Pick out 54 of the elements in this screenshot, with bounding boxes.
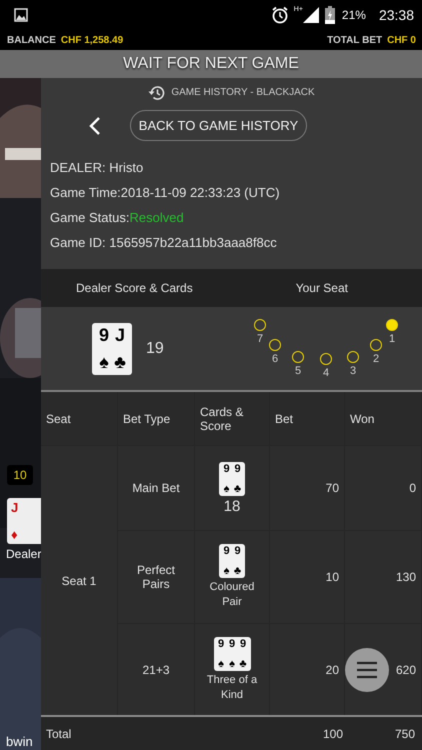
total-bet: 100 bbox=[322, 726, 343, 741]
info-line: Game Time:2018-11-09 22:33:23 (UTC) bbox=[50, 184, 281, 202]
info-line: DEALER: Hristo bbox=[50, 159, 144, 178]
column-header: Bet Type bbox=[118, 392, 195, 446]
column-header: Your Seat bbox=[296, 280, 348, 295]
hand-score: 18 bbox=[224, 498, 240, 515]
seat-number: 6 bbox=[272, 352, 278, 365]
column-header: Bet bbox=[270, 392, 345, 446]
playing-cards: 9 ♠ 9 ♣ bbox=[219, 544, 245, 578]
table-cell: 70 bbox=[270, 445, 345, 530]
total-bet-label: TOTAL BET bbox=[327, 34, 382, 46]
hand-name: Coloured Pair bbox=[208, 580, 256, 610]
history-icon bbox=[148, 84, 166, 102]
playing-card: J ♦ bbox=[7, 498, 41, 544]
score-badge: 10 bbox=[7, 465, 33, 485]
table-cell: 130 bbox=[345, 530, 422, 624]
seat-number: 5 bbox=[294, 364, 302, 377]
brand-name: bwin bbox=[6, 734, 33, 749]
column-header: Cards & Score bbox=[195, 392, 270, 446]
dealer-score: 19 bbox=[146, 340, 164, 358]
total-won: 750 bbox=[394, 726, 415, 741]
hand-name: Three of a Kind bbox=[206, 672, 258, 703]
info-line: Game ID: 1565957b22a11bb3aaa8f8cc bbox=[50, 234, 278, 252]
game-banner: WAIT FOR NEXT GAME bbox=[0, 50, 422, 78]
seat-number: 7 bbox=[256, 332, 264, 345]
signal-icon bbox=[302, 6, 320, 24]
seat-number: 4 bbox=[322, 366, 330, 379]
seat-number: 3 bbox=[350, 364, 356, 377]
info-line: Game Status:Resolved bbox=[50, 209, 185, 228]
battery-icon bbox=[324, 6, 335, 24]
table-cell: Perfect Pairs bbox=[118, 530, 195, 624]
seat-number: 2 bbox=[372, 352, 380, 365]
back-button[interactable]: BACK TO GAME HISTORY bbox=[130, 110, 308, 141]
gallery-icon bbox=[14, 8, 28, 22]
clock-time: 23:38 bbox=[378, 7, 414, 23]
seat-number: 1 bbox=[388, 332, 396, 345]
balance-label: BALANCE bbox=[7, 34, 56, 46]
playing-cards: 9 ♠ 9 ♣ bbox=[219, 462, 245, 496]
table-cell: 0 bbox=[345, 445, 422, 530]
column-header: Won bbox=[345, 392, 422, 446]
panel-title: GAME HISTORY - BLACKJACK bbox=[171, 87, 315, 98]
alarm-icon bbox=[270, 6, 289, 24]
balance-amount: CHF 1,258.49 bbox=[60, 34, 124, 46]
battery-level: 21% bbox=[342, 8, 366, 22]
menu-icon[interactable] bbox=[356, 661, 378, 679]
table-cell: 10 bbox=[270, 530, 345, 624]
total-bet-amount: CHF 0 bbox=[387, 34, 416, 46]
playing-cards: 9 ♠ J ♣ bbox=[92, 322, 132, 375]
column-header: Dealer Score & Cards bbox=[76, 280, 193, 295]
dealer-label: Dealer bbox=[6, 547, 41, 561]
column-header: Seat bbox=[41, 392, 118, 446]
playing-cards: 9 ♠ 9 ♠ 9 ♣ bbox=[214, 636, 250, 671]
total-label: Total bbox=[46, 726, 72, 741]
table-cell: Main Bet bbox=[118, 445, 195, 530]
